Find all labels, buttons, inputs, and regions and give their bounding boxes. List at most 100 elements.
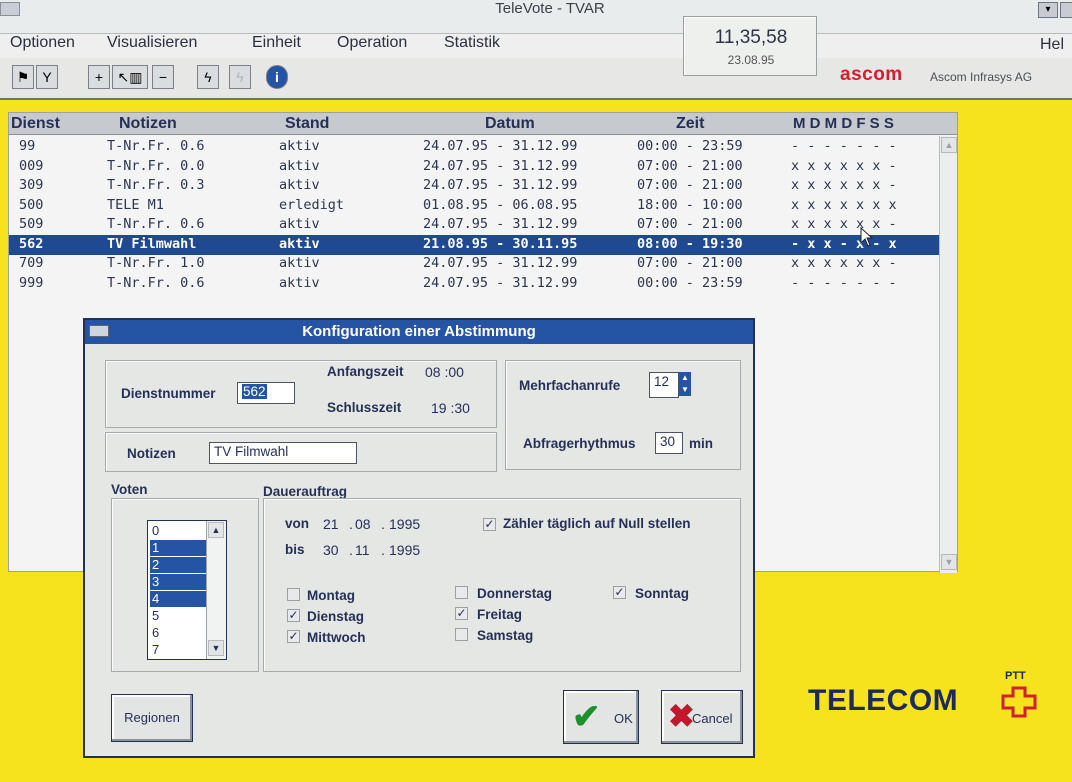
bis-month[interactable]: 11 <box>355 542 370 558</box>
menu-visualisieren[interactable]: Visualisieren <box>107 34 197 52</box>
freitag-label[interactable]: Freitag <box>477 607 522 622</box>
header-zeit[interactable]: Zeit <box>676 115 704 133</box>
cell-notizen: T-Nr.Fr. 0.3 <box>107 177 205 193</box>
scroll-up-icon[interactable]: ▲ <box>941 137 957 153</box>
voten-item[interactable]: 5 <box>150 608 206 624</box>
freitag-checkbox[interactable]: ✓ <box>455 607 468 620</box>
voten-item[interactable]: 6 <box>150 625 206 641</box>
montag-label[interactable]: Montag <box>307 588 355 603</box>
spin-down-icon[interactable]: ▼ <box>679 384 691 396</box>
voten-item[interactable]: 0 <box>150 523 206 539</box>
cell-weekdays: x x x x x x - <box>791 255 897 271</box>
table-row[interactable]: 009 T-Nr.Fr. 0.0 aktiv 24.07.95 - 31.12.99 0… <box>9 157 939 177</box>
bis-label: bis <box>285 542 305 557</box>
voten-item[interactable]: 3 <box>150 574 206 590</box>
ok-button[interactable]: ✔ OK <box>563 690 639 744</box>
table-row[interactable]: 509 T-Nr.Fr. 0.6 aktiv 24.07.95 - 31.12.99 0… <box>9 215 939 235</box>
montag-checkbox[interactable] <box>287 588 300 601</box>
voten-item[interactable]: 1 <box>150 540 206 556</box>
menu-statistik[interactable]: Statistik <box>444 34 500 52</box>
cell-zeit: 18:00 - 10:00 <box>637 196 743 213</box>
von-month[interactable]: 08 <box>355 516 371 532</box>
voten-scroll-up-icon[interactable]: ▲ <box>208 522 224 538</box>
call-settings-group <box>505 360 741 470</box>
cell-datum: 24.07.95 - 31.12.99 <box>423 274 578 291</box>
table-row[interactable]: 500 TELE M1 erledigt 01.08.95 - 06.08.95 18:… <box>9 196 939 216</box>
add-icon[interactable]: + <box>88 65 110 89</box>
sonntag-label[interactable]: Sonntag <box>635 586 689 601</box>
dienstag-checkbox[interactable]: ✓ <box>287 609 300 622</box>
header-stand[interactable]: Stand <box>285 115 329 133</box>
cancel-button[interactable]: ✖ Cancel <box>661 690 743 744</box>
bis-year[interactable]: 1995 <box>389 542 420 558</box>
cell-zeit: 07:00 - 21:00 <box>637 255 743 271</box>
samstag-label[interactable]: Samstag <box>477 628 533 643</box>
cell-notizen: TV Filmwahl <box>107 235 197 252</box>
minimize-button[interactable]: ▾ <box>1038 2 1058 18</box>
voten-item[interactable]: 7 <box>150 642 206 658</box>
system-menu-icon[interactable] <box>0 2 20 16</box>
table-row[interactable]: 99 T-Nr.Fr. 0.6 aktiv 24.07.95 - 31.12.99 00… <box>9 137 939 157</box>
flag-icon[interactable]: ⚑ <box>12 65 34 89</box>
menu-operation[interactable]: Operation <box>337 34 407 52</box>
anfangszeit-label: Anfangszeit <box>327 364 404 379</box>
voten-scroll-down-icon[interactable]: ▼ <box>208 640 224 656</box>
header-dienst[interactable]: Dienst <box>11 115 60 133</box>
donnerstag-label[interactable]: Donnerstag <box>477 586 552 601</box>
voten-item[interactable]: 2 <box>150 557 206 573</box>
lightning-icon[interactable]: ϟ <box>197 65 219 89</box>
cell-stand: aktiv <box>279 274 320 291</box>
list-scrollbar[interactable]: ▲ ▼ <box>939 136 957 573</box>
mehrfachanrufe-field[interactable]: 12 <box>649 372 679 398</box>
table-row[interactable]: 999 T-Nr.Fr. 0.6 aktiv 24.07.95 - 31.12.99 0… <box>9 274 939 294</box>
regionen-button[interactable]: Regionen <box>111 694 193 742</box>
cell-weekdays: x x x x x x - <box>791 177 897 193</box>
maximize-button[interactable] <box>1060 2 1072 18</box>
cell-datum: 24.07.95 - 31.12.99 <box>423 177 578 193</box>
ok-check-icon: ✔ <box>572 698 601 736</box>
mouse-cursor-icon <box>860 227 874 247</box>
notizen-field[interactable]: TV Filmwahl <box>209 442 357 464</box>
voten-item[interactable]: 4 <box>150 591 206 607</box>
spin-up-icon[interactable]: ▲ <box>679 372 691 384</box>
samstag-checkbox[interactable] <box>455 628 468 641</box>
von-year[interactable]: 1995 <box>389 516 420 532</box>
cell-dienst: 009 <box>19 157 44 174</box>
header-notizen[interactable]: Notizen <box>119 115 177 133</box>
scroll-down-icon[interactable]: ▼ <box>941 554 957 570</box>
cell-datum: 24.07.95 - 31.12.99 <box>423 157 578 174</box>
von-day[interactable]: 21 <box>323 516 339 532</box>
header-weekdays[interactable]: M D M D F S S <box>793 115 894 132</box>
abfragerhythmus-field[interactable]: 30 <box>655 432 683 454</box>
header-datum[interactable]: Datum <box>485 115 535 133</box>
info-icon[interactable]: i <box>266 65 288 89</box>
dialog-title: Konfiguration einer Abstimmung <box>302 323 536 340</box>
menu-help[interactable]: Hel <box>1040 36 1064 54</box>
table-row[interactable]: 709 T-Nr.Fr. 1.0 aktiv 24.07.95 - 31.12.99 0… <box>9 254 939 274</box>
cell-dienst: 99 <box>19 138 36 154</box>
anfangszeit-value[interactable]: 08 :00 <box>425 364 464 380</box>
tool-icon[interactable]: Y <box>36 65 58 89</box>
zaehler-label[interactable]: Zähler täglich auf Null stellen <box>503 516 691 531</box>
zaehler-checkbox[interactable]: ✓ <box>483 518 496 531</box>
bis-day[interactable]: 30 <box>323 542 339 558</box>
menu-einheit[interactable]: Einheit <box>252 34 301 52</box>
table-row[interactable]: 309 T-Nr.Fr. 0.3 aktiv 24.07.95 - 31.12.99 0… <box>9 176 939 196</box>
mittwoch-label[interactable]: Mittwoch <box>307 630 366 645</box>
sonntag-checkbox[interactable]: ✓ <box>613 586 626 599</box>
cancel-x-icon: ✖ <box>668 698 695 734</box>
cell-notizen: T-Nr.Fr. 1.0 <box>107 255 205 271</box>
donnerstag-checkbox[interactable] <box>455 586 468 599</box>
chart-icon[interactable]: ↖▥ <box>112 65 148 89</box>
dienstag-label[interactable]: Dienstag <box>307 609 364 624</box>
voten-scrollbar[interactable]: ▲ ▼ <box>206 521 226 659</box>
table-row[interactable]: 562 TV Filmwahl aktiv 21.08.95 - 30.11.95 08… <box>9 234 939 255</box>
menu-optionen[interactable]: Optionen <box>10 34 75 52</box>
voten-listbox[interactable]: 01234567 ▲ ▼ <box>147 520 227 660</box>
remove-icon[interactable]: − <box>152 65 174 89</box>
lightning-disabled-icon[interactable]: ϟ <box>229 65 251 89</box>
schlusszeit-value[interactable]: 19 :30 <box>431 400 470 416</box>
von-label: von <box>285 516 310 531</box>
dienstnummer-field[interactable]: 562 <box>237 382 295 404</box>
mittwoch-checkbox[interactable]: ✓ <box>287 630 300 643</box>
